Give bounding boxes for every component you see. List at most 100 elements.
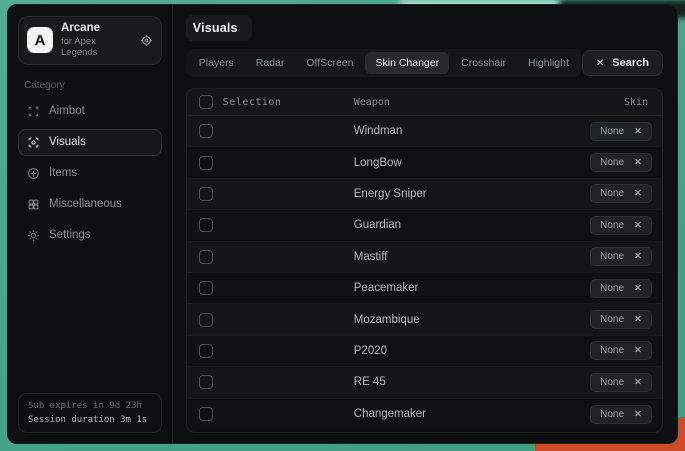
search-button[interactable]: ✕ Search (582, 50, 663, 76)
clear-skin-icon[interactable]: ✕ (634, 188, 642, 199)
crosshair-settings-icon[interactable] (140, 34, 153, 47)
tab-highlight[interactable]: Highlight (518, 52, 579, 74)
weapon-name: P2020 (354, 345, 387, 357)
skin-chip[interactable]: None ✕ (590, 373, 652, 392)
tab-row: Players Radar OffScreen Skin Changer Cro… (186, 49, 663, 77)
skin-value: None (600, 126, 624, 137)
row-checkbox[interactable] (199, 250, 213, 264)
table-row-longbow: LongBow None ✕ (187, 147, 662, 178)
sidebar-item-label: Settings (49, 229, 91, 241)
clear-skin-icon[interactable]: ✕ (634, 251, 642, 262)
weapon-name: Changemaker (354, 408, 426, 420)
sidebar-item-label: Visuals (49, 136, 86, 148)
sidebar-item-label: Aimbot (49, 105, 85, 117)
column-header-selection: Selection (223, 97, 282, 108)
skin-value: None (600, 345, 624, 356)
row-checkbox[interactable] (199, 156, 213, 170)
weapon-name: Mastiff (354, 251, 388, 263)
skin-chip[interactable]: None ✕ (590, 153, 652, 172)
skin-value: None (600, 283, 624, 294)
sidebar: A Arcane for Apex Legends Category Aimbo… (8, 5, 173, 443)
tab-skin-changer[interactable]: Skin Changer (365, 52, 449, 74)
row-checkbox[interactable] (199, 218, 213, 232)
subscription-info-box: Sub expires in 9d 23h Session duration 3… (18, 393, 162, 433)
table-row-windman: Windman None ✕ (187, 116, 662, 147)
table-row-re45: RE 45 None ✕ (187, 367, 662, 398)
row-checkbox[interactable] (199, 375, 213, 389)
row-checkbox[interactable] (199, 124, 213, 138)
scan-frame-icon (27, 105, 40, 118)
app-subtitle: for Apex Legends (61, 36, 132, 59)
clear-skin-icon[interactable]: ✕ (634, 126, 642, 137)
clear-skin-icon[interactable]: ✕ (634, 314, 642, 325)
row-checkbox[interactable] (199, 187, 213, 201)
table-row-p2020: P2020 None ✕ (187, 336, 662, 367)
skin-value: None (600, 314, 624, 325)
row-checkbox[interactable] (199, 344, 213, 358)
skin-changer-table: Selection Weapon Skin Windman None ✕ Lon… (186, 88, 663, 433)
app-logo: A (27, 27, 53, 53)
sidebar-item-label: Items (49, 167, 77, 179)
sidebar-item-settings[interactable]: Settings (18, 222, 162, 249)
skin-chip[interactable]: None ✕ (590, 341, 652, 360)
weapon-name: Mozambique (354, 314, 420, 326)
sidebar-item-items[interactable]: Items (18, 160, 162, 187)
main-panel: Visuals Players Radar OffScreen Skin Cha… (173, 5, 677, 443)
table-row-energy-sniper: Energy Sniper None ✕ (187, 179, 662, 210)
sidebar-item-miscellaneous[interactable]: Miscellaneous (18, 191, 162, 218)
table-row-changemaker: Changemaker None ✕ (187, 399, 662, 430)
skin-chip[interactable]: None ✕ (590, 405, 652, 424)
skin-chip[interactable]: None ✕ (590, 247, 652, 266)
skin-value: None (600, 409, 624, 420)
table-header-row: Selection Weapon Skin (187, 89, 662, 116)
tab-crosshair[interactable]: Crosshair (451, 52, 516, 74)
grid-icon (27, 198, 40, 211)
select-all-checkbox[interactable] (199, 95, 213, 109)
weapon-name: RE 45 (354, 376, 386, 388)
row-checkbox[interactable] (199, 407, 213, 421)
skin-value: None (600, 251, 624, 262)
table-row-guardian: Guardian None ✕ (187, 210, 662, 241)
scan-eye-icon (27, 136, 40, 149)
table-row-mastiff: Mastiff None ✕ (187, 242, 662, 273)
app-name: Arcane (61, 22, 132, 36)
brand-text: Arcane for Apex Legends (61, 22, 132, 59)
category-label: Category (24, 80, 162, 91)
clear-skin-icon[interactable]: ✕ (634, 377, 642, 388)
brand-card: A Arcane for Apex Legends (18, 16, 162, 65)
column-header-skin: Skin (624, 97, 648, 108)
sidebar-item-visuals[interactable]: Visuals (18, 129, 162, 156)
row-checkbox[interactable] (199, 313, 213, 327)
search-icon: ✕ (596, 58, 604, 69)
row-checkbox[interactable] (199, 281, 213, 295)
skin-chip[interactable]: None ✕ (590, 310, 652, 329)
clear-skin-icon[interactable]: ✕ (634, 283, 642, 294)
skin-chip[interactable]: None ✕ (590, 279, 652, 298)
tab-radar[interactable]: Radar (246, 52, 295, 74)
skin-value: None (600, 220, 624, 231)
weapon-name: Peacemaker (354, 282, 419, 294)
clear-skin-icon[interactable]: ✕ (634, 345, 642, 356)
weapon-name: Energy Sniper (354, 188, 427, 200)
arcane-overlay-window: A Arcane for Apex Legends Category Aimbo… (7, 4, 678, 444)
clear-skin-icon[interactable]: ✕ (634, 409, 642, 420)
column-header-weapon: Weapon (354, 97, 390, 108)
weapon-name: Windman (354, 125, 403, 137)
session-duration-text: Session duration 3m 1s (28, 415, 152, 425)
page-title: Visuals (193, 21, 238, 35)
tab-players[interactable]: Players (189, 52, 244, 74)
clear-skin-icon[interactable]: ✕ (634, 157, 642, 168)
tab-bar: Players Radar OffScreen Skin Changer Cro… (186, 49, 582, 77)
clear-skin-icon[interactable]: ✕ (634, 220, 642, 231)
skin-chip[interactable]: None ✕ (590, 122, 652, 141)
gear-icon (27, 229, 40, 242)
table-row-mozambique: Mozambique None ✕ (187, 304, 662, 335)
skin-value: None (600, 188, 624, 199)
skin-chip[interactable]: None ✕ (590, 184, 652, 203)
sidebar-item-aimbot[interactable]: Aimbot (18, 98, 162, 125)
table-row-peacemaker: Peacemaker None ✕ (187, 273, 662, 304)
weapon-name: Guardian (354, 219, 401, 231)
sidebar-item-label: Miscellaneous (49, 198, 122, 210)
tab-offscreen[interactable]: OffScreen (296, 52, 363, 74)
skin-chip[interactable]: None ✕ (590, 216, 652, 235)
